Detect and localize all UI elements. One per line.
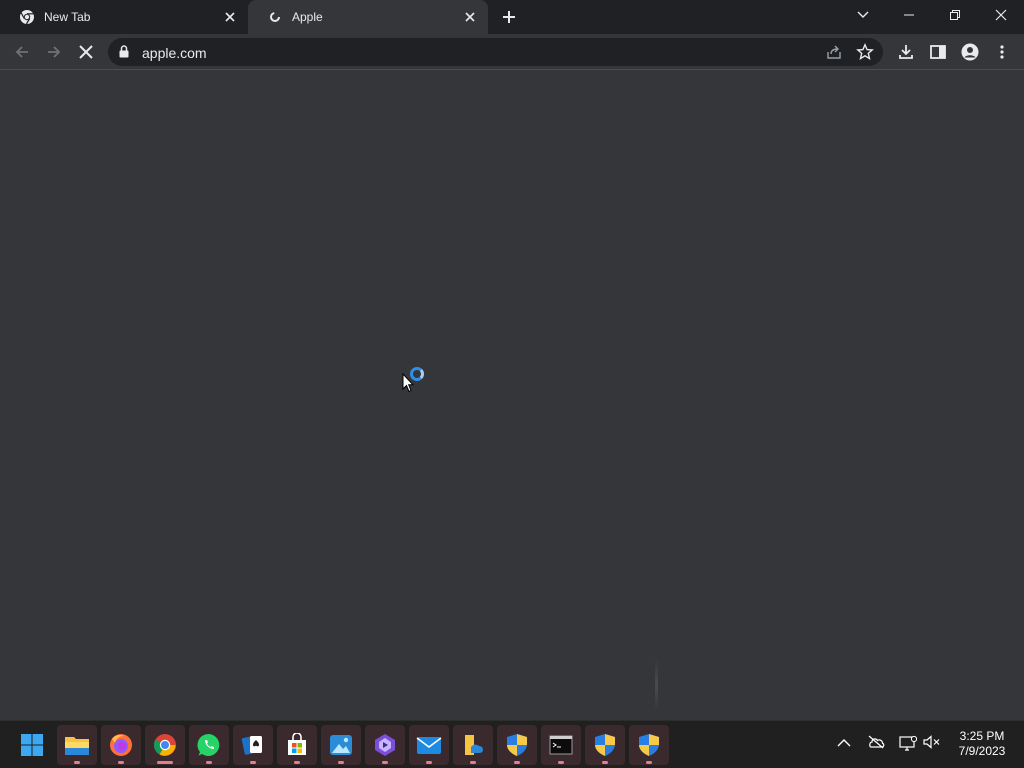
terminal-taskbar-button[interactable] (541, 725, 581, 765)
mail-icon (416, 737, 442, 754)
chevron-up-icon (837, 739, 851, 747)
photos-taskbar-button[interactable] (321, 725, 361, 765)
forward-button[interactable] (40, 38, 68, 66)
whatsapp-taskbar-button[interactable] (189, 725, 229, 765)
close-window-button[interactable] (978, 0, 1024, 30)
onedrive-icon[interactable] (867, 735, 885, 754)
security-taskbar-button-2[interactable] (585, 725, 625, 765)
browser-toolbar: apple.com (0, 34, 1024, 70)
files-taskbar-button[interactable] (453, 725, 493, 765)
terminal-icon (549, 735, 573, 755)
show-hidden-icons-button[interactable] (837, 735, 851, 753)
folder-icon (65, 737, 89, 755)
stop-icon (79, 45, 93, 59)
tab-title: Apple (292, 10, 323, 24)
file-explorer-taskbar-button[interactable] (57, 725, 97, 765)
side-panel-button[interactable] (924, 38, 952, 66)
close-icon (995, 9, 1007, 21)
scroll-indicator (655, 659, 658, 711)
arrow-left-icon (15, 46, 28, 58)
security-taskbar-button-1[interactable] (497, 725, 537, 765)
new-tab-button[interactable] (498, 6, 520, 28)
firefox-taskbar-button[interactable] (101, 725, 141, 765)
tab-apple[interactable]: Apple (248, 0, 488, 34)
clipchamp-icon (375, 734, 395, 756)
downloads-button[interactable] (892, 38, 920, 66)
store-icon (288, 733, 306, 755)
share-icon[interactable] (825, 43, 843, 66)
close-tab-icon[interactable] (220, 7, 240, 27)
files-icon (465, 735, 483, 755)
menu-button[interactable] (988, 38, 1016, 66)
volume-muted-icon[interactable] (923, 735, 941, 754)
security-taskbar-button-3[interactable] (629, 725, 669, 765)
download-icon (899, 45, 913, 59)
profile-icon (961, 43, 979, 61)
arrow-right-icon (48, 46, 61, 58)
system-clock[interactable]: 3:25 PM 7/9/2023 (944, 729, 1020, 759)
profile-button[interactable] (956, 38, 984, 66)
page-content[interactable] (0, 71, 1024, 720)
clock-date: 7/9/2023 (958, 744, 1006, 758)
cards-icon (241, 736, 262, 755)
back-button[interactable] (8, 38, 36, 66)
tab-strip: New Tab Apple (0, 0, 1024, 34)
solitaire-taskbar-button[interactable] (233, 725, 273, 765)
tab-search-button[interactable] (840, 0, 886, 30)
clipchamp-taskbar-button[interactable] (365, 725, 405, 765)
whatsapp-icon (197, 733, 220, 756)
mail-taskbar-button[interactable] (409, 725, 449, 765)
tab-new-tab[interactable]: New Tab (0, 0, 248, 34)
firefox-icon (110, 734, 132, 756)
photos-icon (330, 735, 352, 755)
restore-button[interactable] (932, 0, 978, 30)
more-vertical-icon (1000, 45, 1004, 59)
loading-icon (267, 9, 283, 25)
tab-title: New Tab (44, 10, 91, 24)
clock-time: 3:25 PM (959, 729, 1005, 743)
network-icon[interactable] (899, 735, 918, 756)
side-panel-icon (930, 45, 946, 59)
chevron-down-icon (857, 11, 869, 18)
chrome-icon (19, 9, 35, 25)
minimize-icon (904, 14, 914, 16)
restore-icon (950, 10, 960, 20)
minimize-button[interactable] (886, 0, 932, 30)
taskbar: 3:25 PM 7/9/2023 (0, 720, 1024, 768)
plus-icon (503, 11, 515, 23)
mouse-cursor-icon (402, 372, 415, 398)
bookmark-star-icon[interactable] (856, 43, 874, 66)
address-bar[interactable]: apple.com (108, 38, 883, 66)
windows-start-icon (21, 734, 43, 756)
start-button[interactable] (12, 725, 52, 765)
url-text[interactable]: apple.com (142, 45, 207, 61)
lock-icon[interactable] (119, 45, 129, 63)
chrome-icon (154, 734, 176, 756)
chrome-taskbar-button[interactable] (145, 725, 185, 765)
microsoft-store-taskbar-button[interactable] (277, 725, 317, 765)
shield-icon (595, 734, 615, 756)
shield-icon (507, 734, 527, 756)
shield-icon (639, 734, 659, 756)
close-tab-icon[interactable] (460, 7, 480, 27)
stop-loading-button[interactable] (72, 38, 100, 66)
